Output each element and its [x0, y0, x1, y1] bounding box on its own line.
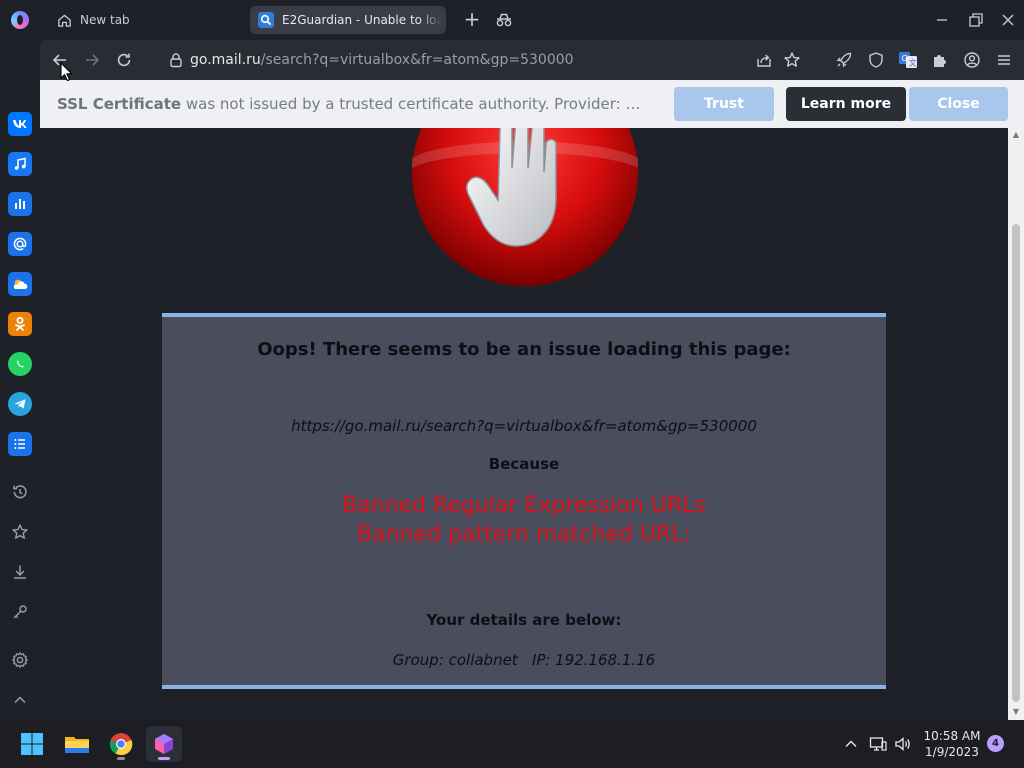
stop-hand-icon [412, 128, 638, 286]
vertical-scrollbar[interactable]: ▲ ▼ [1008, 128, 1024, 720]
bookmarks-star-icon[interactable] [9, 521, 31, 543]
share-icon[interactable] [754, 50, 774, 70]
tasks-list-icon[interactable] [8, 432, 32, 456]
settings-gear-icon[interactable] [9, 649, 31, 671]
group-ip-info: Group: collabnet IP: 192.168.1.16 [392, 651, 656, 669]
start-windows-icon[interactable] [14, 726, 50, 762]
extensions-puzzle-icon[interactable] [930, 50, 950, 70]
browser-active-indicator [158, 757, 170, 760]
file-explorer-icon[interactable] [59, 726, 95, 762]
bookmark-star-icon[interactable] [782, 50, 802, 70]
e2guardian-favicon-icon [258, 12, 274, 28]
tab-label: E2Guardian - Unable to load [282, 13, 442, 27]
url-path: /search?q=virtualbox&fr=atom&gp=530000 [260, 52, 574, 68]
browser-app-icon[interactable] [146, 726, 182, 762]
ssl-warning-bar: SSL Certificate was not issued by a trus… [40, 80, 1024, 128]
tab-label: New tab [80, 13, 130, 27]
close-window-icon[interactable] [996, 8, 1020, 32]
minimize-icon[interactable] [930, 8, 954, 32]
stats-icon[interactable] [8, 192, 32, 216]
tab-strip: New tab E2Guardian - Unable to load + [0, 0, 1024, 40]
password-key-icon[interactable] [9, 601, 31, 623]
browser-logo-icon[interactable] [11, 11, 29, 29]
url-host: go.mail.ru [190, 52, 261, 68]
ssl-warning-text: SSL Certificate was not issued by a trus… [57, 95, 649, 113]
trust-button[interactable]: Trust [674, 87, 774, 121]
translate-icon[interactable]: G文 [898, 50, 918, 70]
block-reason: Banned Regular Expression URLs Banned pa… [162, 491, 886, 549]
forward-arrow-icon[interactable] [82, 50, 102, 70]
profile-avatar-icon[interactable] [962, 50, 982, 70]
url-field[interactable]: go.mail.ru/search?q=virtualbox&fr=atom&g… [190, 52, 574, 68]
error-title: Oops! There seems to be an issue loading… [257, 339, 791, 360]
scroll-up-arrow-icon[interactable]: ▲ [1012, 131, 1020, 139]
ssl-warning-title: SSL Certificate [57, 95, 182, 113]
svg-text:文: 文 [909, 58, 917, 68]
telegram-icon[interactable] [8, 392, 32, 416]
cloud-icon[interactable] [8, 272, 32, 296]
vk-icon[interactable] [8, 112, 32, 136]
clock-date: 1/9/2023 [925, 745, 979, 759]
chevron-up-icon[interactable] [9, 689, 31, 711]
home-icon [56, 12, 72, 28]
network-icon[interactable] [868, 734, 888, 754]
chrome-running-indicator [117, 757, 125, 760]
shield-icon[interactable] [866, 50, 886, 70]
chevron-up-tray-icon[interactable] [841, 734, 861, 754]
svg-text:G: G [902, 54, 908, 63]
error-panel: Oops! There seems to be an issue loading… [162, 313, 886, 689]
music-icon[interactable] [8, 152, 32, 176]
notification-badge[interactable]: 4 [987, 735, 1004, 752]
downloads-icon[interactable] [9, 561, 31, 583]
address-toolbar: go.mail.ru/search?q=virtualbox&fr=atom&g… [40, 40, 1024, 80]
block-reason-line-2: Banned pattern matched URL: [357, 522, 691, 547]
lock-icon[interactable] [168, 52, 184, 68]
ssl-warning-message: was not issued by a trusted certificate … [185, 95, 649, 113]
clock-time: 10:58 AM [923, 729, 981, 743]
history-icon[interactable] [9, 481, 31, 503]
sidebar [0, 40, 40, 720]
taskbar: 10:58 AM 1/9/2023 4 [0, 720, 1024, 768]
learn-more-button[interactable]: Learn more [786, 87, 906, 121]
scroll-down-arrow-icon[interactable]: ▼ [1012, 708, 1020, 716]
reload-icon[interactable] [114, 50, 134, 70]
new-tab-plus-icon[interactable]: + [462, 9, 482, 29]
close-button[interactable]: Close [909, 87, 1008, 121]
restore-icon[interactable] [964, 8, 988, 32]
whatsapp-icon[interactable] [8, 352, 32, 376]
menu-hamburger-icon[interactable] [994, 50, 1014, 70]
rocket-icon[interactable] [834, 50, 854, 70]
page-content: Oops! There seems to be an issue loading… [40, 128, 1008, 720]
tab-new-tab[interactable]: New tab [48, 6, 244, 34]
because-label: Because [488, 455, 560, 473]
odnoklassniki-icon[interactable] [8, 312, 32, 336]
block-reason-line-1: Banned Regular Expression URLs [342, 493, 706, 518]
tab-e2guardian[interactable]: E2Guardian - Unable to load [250, 6, 446, 34]
mail-at-icon[interactable] [8, 232, 32, 256]
details-heading: Your details are below: [426, 611, 622, 629]
volume-icon[interactable] [893, 734, 913, 754]
chrome-icon[interactable] [103, 726, 139, 762]
screen: New tab E2Guardian - Unable to load + go… [0, 0, 1024, 768]
incognito-icon[interactable] [494, 10, 514, 30]
mouse-cursor-icon [60, 62, 73, 82]
blocked-url: https://go.mail.ru/search?q=virtualbox&f… [291, 417, 757, 435]
system-clock[interactable]: 10:58 AM 1/9/2023 [920, 728, 984, 760]
scroll-thumb[interactable] [1012, 224, 1020, 702]
